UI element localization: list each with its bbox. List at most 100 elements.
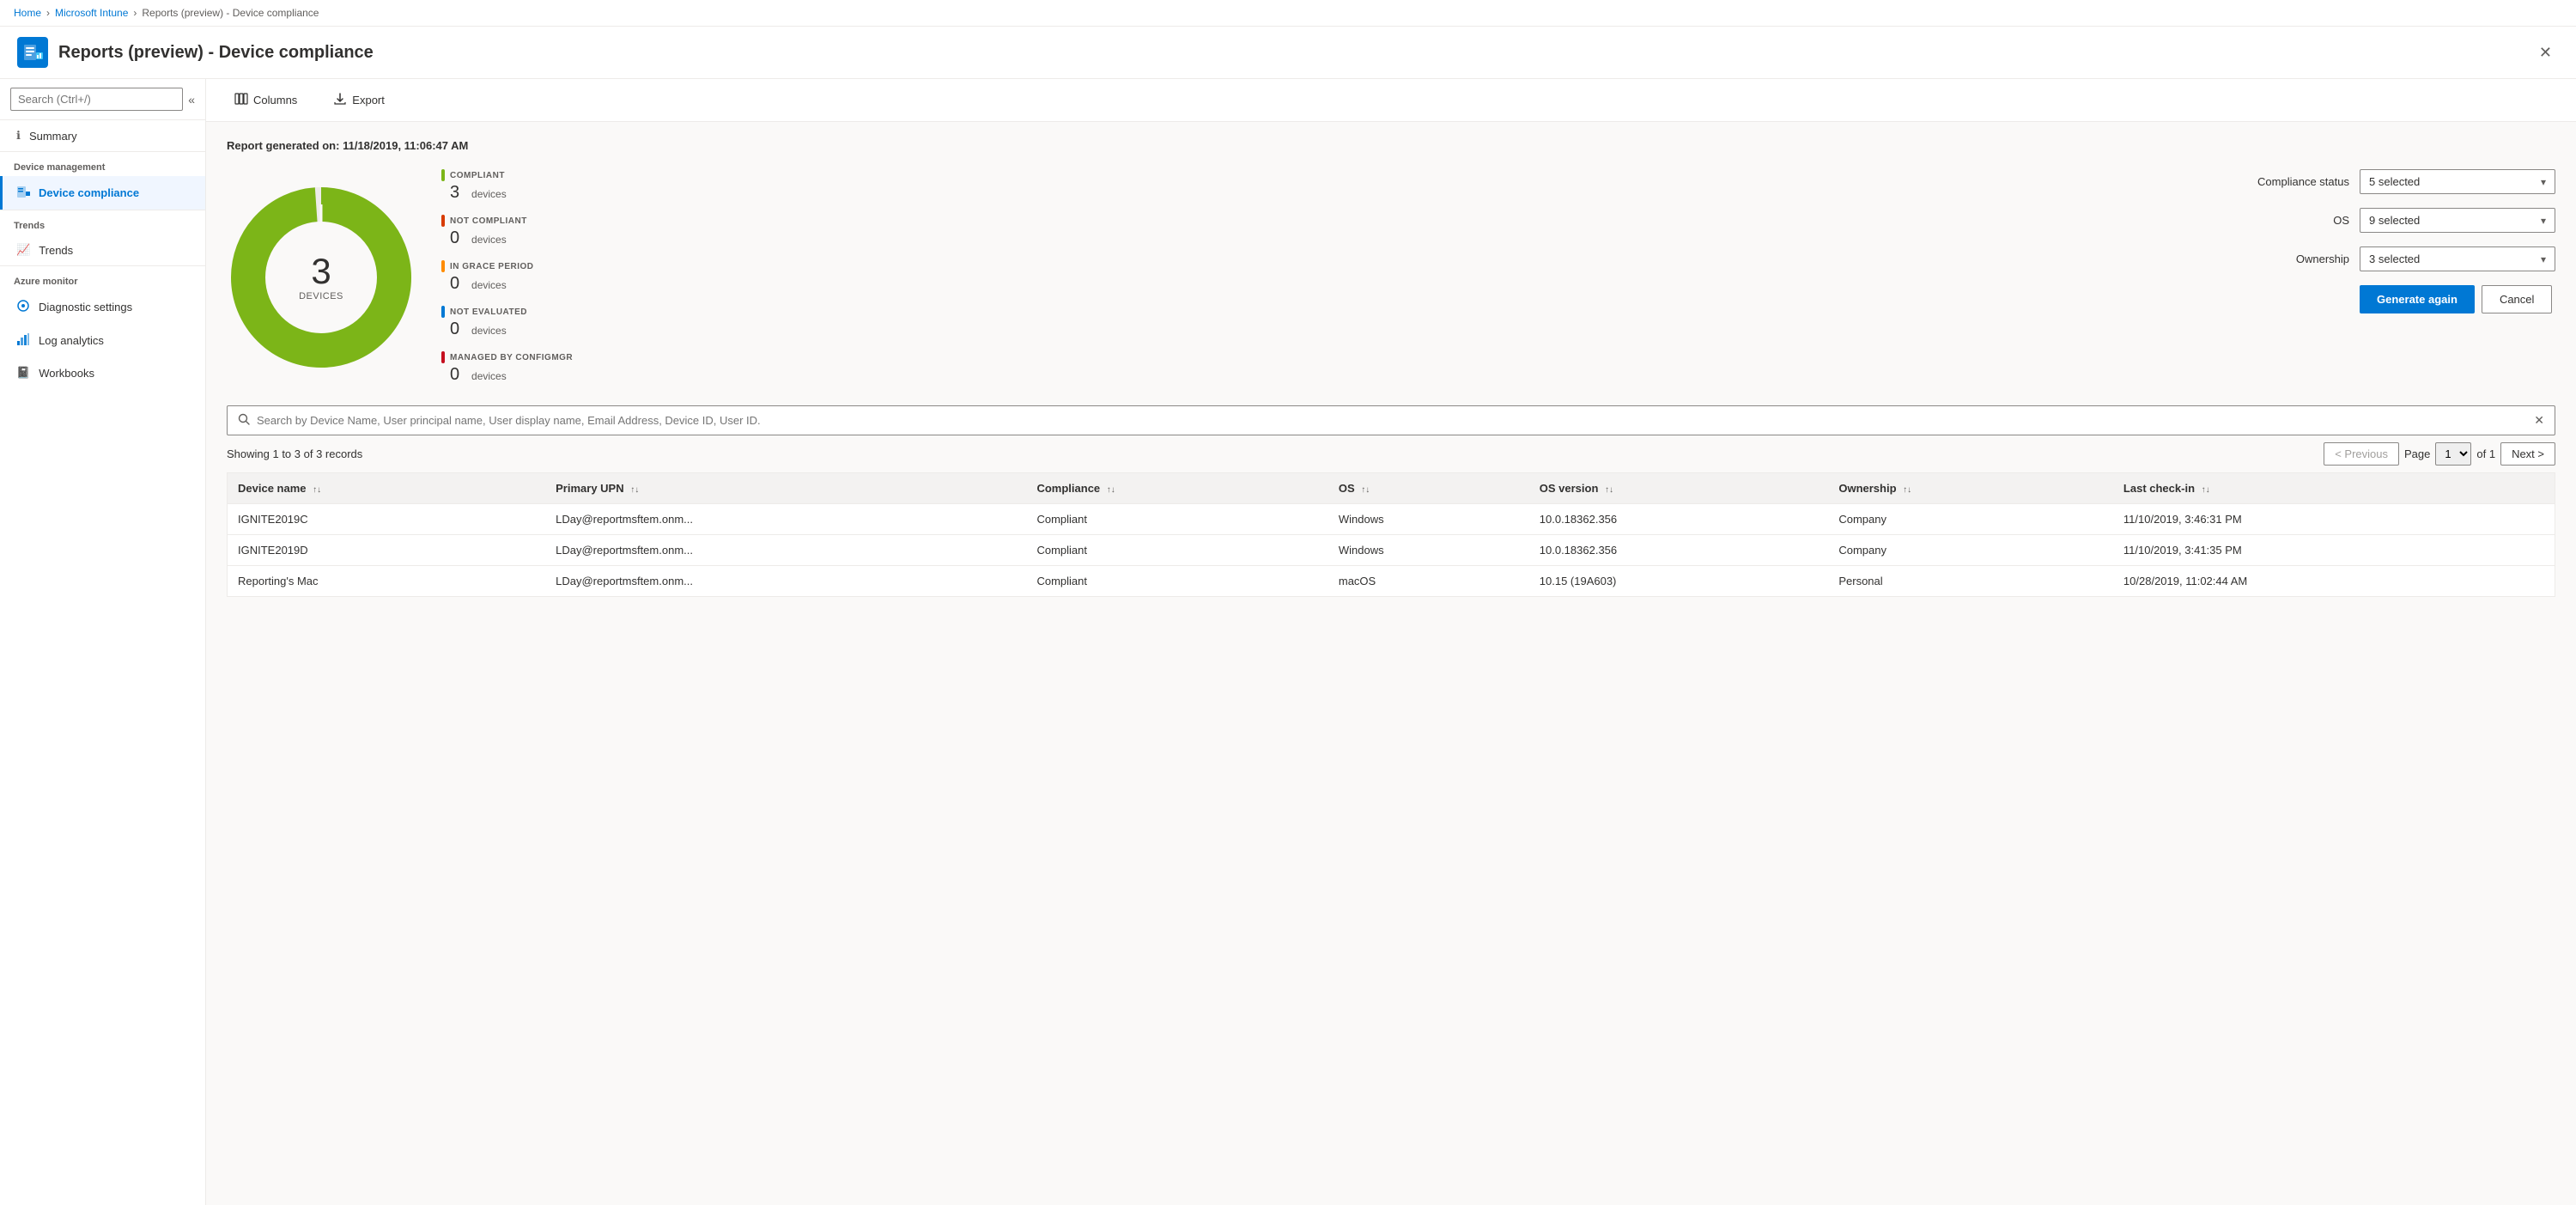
grace-period-bar [441,260,445,272]
chevron-down-icon: ▾ [2541,176,2546,188]
col-last-checkin[interactable]: Last check-in ↑↓ [2113,473,2555,504]
cell-primary-upn: LDay@reportmsftem.onm... [545,566,1026,597]
configmgr-bar [441,351,445,363]
compliant-bar [441,169,445,181]
sidebar-item-trends[interactable]: 📈 Trends [0,234,205,265]
cell-os-version: 10.0.18362.356 [1529,535,1829,566]
configmgr-count: 0 [441,365,459,384]
cell-os: macOS [1328,566,1529,597]
columns-label: Columns [253,94,297,107]
breadcrumb-home[interactable]: Home [14,7,41,19]
col-primary-upn[interactable]: Primary UPN ↑↓ [545,473,1026,504]
col-os-version[interactable]: OS version ↑↓ [1529,473,1829,504]
of-label: of 1 [2476,447,2495,460]
table-row[interactable]: IGNITE2019C LDay@reportmsftem.onm... Com… [228,504,2555,535]
next-button[interactable]: Next > [2500,442,2555,466]
compliance-status-filter: Compliance status 5 selected ▾ [2229,169,2555,194]
cell-os: Windows [1328,535,1529,566]
table-row[interactable]: Reporting's Mac LDay@reportmsftem.onm...… [228,566,2555,597]
toolbar: Columns Export [206,79,2576,122]
columns-button[interactable]: Columns [223,86,308,114]
not-evaluated-bar [441,306,445,318]
table-search-bar: ✕ [227,405,2555,435]
search-icon [238,413,250,428]
legend: COMPLIANT 3 devices NOT COMPLIANT [441,169,573,385]
sidebar-item-workbooks[interactable]: 📓 Workbooks [0,357,205,388]
report-content: Report generated on: 11/18/2019, 11:06:4… [206,122,2576,1205]
table-header-row: Device name ↑↓ Primary UPN ↑↓ Compliance… [228,473,2555,504]
sidebar-item-log-analytics[interactable]: Log analytics [0,324,205,357]
table-search-input[interactable] [257,414,2527,427]
page-select[interactable]: 1 [2435,442,2471,466]
sidebar-item-label: Trends [39,244,73,257]
export-icon [333,92,347,108]
sidebar-item-diagnostic-settings[interactable]: Diagnostic settings [0,290,205,324]
columns-icon [234,92,248,108]
compliant-count: 3 [441,183,459,202]
sort-icon: ↑↓ [313,485,321,495]
donut-chart: 3 DEVICES [227,183,416,372]
col-ownership[interactable]: Ownership ↑↓ [1828,473,2113,504]
sidebar-item-device-compliance[interactable]: Device compliance [0,176,205,210]
cell-os-version: 10.15 (19A603) [1529,566,1829,597]
not-compliant-count: 0 [441,228,459,247]
os-filter: OS 9 selected ▾ [2229,208,2555,233]
previous-button[interactable]: < Previous [2324,442,2399,466]
ownership-label: Ownership [2229,253,2349,265]
donut-total: 3 [299,253,343,289]
filters-panel: Compliance status 5 selected ▾ OS 9 sele… [2229,169,2555,313]
records-count: Showing 1 to 3 of 3 records [227,447,362,460]
cell-primary-upn: LDay@reportmsftem.onm... [545,504,1026,535]
chart-filters-row: 3 DEVICES COMPLIANT [227,169,2555,385]
sidebar-section-azure-monitor: Azure monitor [0,265,205,290]
configmgr-label: MANAGED BY CONFIGMGR [450,353,573,362]
sidebar-item-label: Workbooks [39,367,94,380]
pagination: < Previous Page 1 of 1 Next > [2324,442,2555,466]
sidebar-item-label: Diagnostic settings [39,301,132,313]
compliance-status-dropdown[interactable]: 5 selected ▾ [2360,169,2555,194]
close-button[interactable]: ✕ [2532,40,2559,65]
sort-icon: ↑↓ [630,485,639,495]
breadcrumb-intune[interactable]: Microsoft Intune [55,7,128,19]
workbooks-icon: 📓 [16,366,30,380]
cell-compliance: Compliant [1026,535,1327,566]
table-row[interactable]: IGNITE2019D LDay@reportmsftem.onm... Com… [228,535,2555,566]
not-compliant-label: NOT COMPLIANT [450,216,527,226]
cell-ownership: Company [1828,504,2113,535]
sidebar-item-label: Log analytics [39,334,104,347]
page-title: Reports (preview) - Device compliance [58,43,374,63]
cancel-button[interactable]: Cancel [2482,285,2552,313]
ownership-dropdown[interactable]: 3 selected ▾ [2360,246,2555,271]
ownership-value: 3 selected [2369,253,2420,265]
search-input[interactable] [10,88,183,111]
cell-device-name: Reporting's Mac [228,566,546,597]
search-clear-icon[interactable]: ✕ [2534,413,2544,428]
donut-center: 3 DEVICES [299,253,343,301]
collapse-button[interactable]: « [188,93,195,107]
content-area: Columns Export Report generated on: 11/1… [206,79,2576,1205]
info-icon: ℹ [16,129,21,143]
cell-last-checkin: 11/10/2019, 3:41:35 PM [2113,535,2555,566]
grace-period-label: IN GRACE PERIOD [450,262,534,271]
cell-compliance: Compliant [1026,504,1327,535]
col-os[interactable]: OS ↑↓ [1328,473,1529,504]
sort-icon: ↑↓ [1605,485,1613,495]
sidebar-item-summary[interactable]: ℹ Summary [0,120,205,151]
table-meta-row: Showing 1 to 3 of 3 records < Previous P… [227,442,2555,466]
legend-item-configmgr: MANAGED BY CONFIGMGR 0 devices [441,351,573,385]
log-analytics-icon [16,332,30,349]
cell-last-checkin: 10/28/2019, 11:02:44 AM [2113,566,2555,597]
col-compliance[interactable]: Compliance ↑↓ [1026,473,1327,504]
os-dropdown[interactable]: 9 selected ▾ [2360,208,2555,233]
os-value: 9 selected [2369,214,2420,227]
filter-actions: Generate again Cancel [2229,285,2555,313]
grace-period-count: 0 [441,274,459,293]
export-button[interactable]: Export [322,86,396,114]
generate-again-button[interactable]: Generate again [2360,285,2475,313]
sort-icon: ↑↓ [1361,485,1370,495]
ownership-filter: Ownership 3 selected ▾ [2229,246,2555,271]
page-header: Reports (preview) - Device compliance ✕ [0,27,2576,79]
col-device-name[interactable]: Device name ↑↓ [228,473,546,504]
compliant-label: COMPLIANT [450,171,505,180]
page-label: Page [2404,447,2430,460]
